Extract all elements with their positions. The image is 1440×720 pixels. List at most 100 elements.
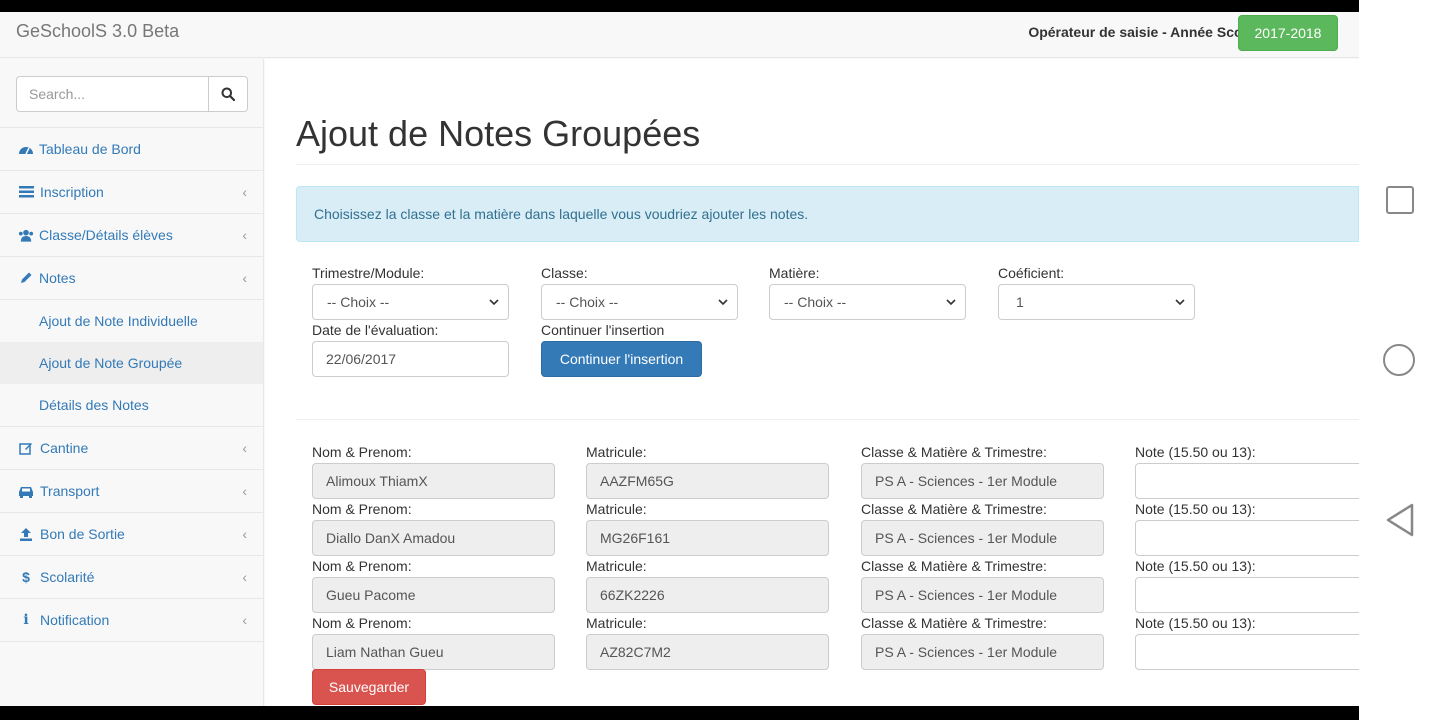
sidebar-item-scolarite[interactable]: $ Scolarité ‹ [0, 556, 263, 599]
sidebar-item-label: Bon de Sortie [40, 526, 125, 542]
sidebar-item-bon-de-sortie[interactable]: Bon de Sortie ‹ [0, 513, 263, 556]
student-context-field: PS A - Sciences - 1er Module [861, 463, 1104, 499]
submenu-item-note-groupee[interactable]: Ajout de Note Groupée [0, 342, 263, 384]
name-label: Nom & Prenom: [312, 444, 412, 460]
name-label: Nom & Prenom: [312, 615, 412, 631]
student-name-field: Gueu Pacome [312, 577, 555, 613]
student-name-field: Liam Nathan Gueu [312, 634, 555, 670]
matricule-label: Matricule: [586, 615, 647, 631]
student-note-input[interactable] [1135, 577, 1359, 613]
student-matricule-field: MG26F161 [586, 520, 829, 556]
context-label: Classe & Matière & Trimestre: [861, 501, 1047, 517]
sidebar-item-inscription[interactable]: Inscription ‹ [0, 171, 263, 214]
student-note-input[interactable] [1135, 634, 1359, 670]
sidebar-item-notes[interactable]: Notes ‹ [0, 257, 263, 300]
student-note-input[interactable] [1135, 520, 1359, 556]
chevron-left-icon: ‹ [242, 612, 247, 628]
student-matricule-field: 66ZK2226 [586, 577, 829, 613]
date-label: Date de l'évaluation: [312, 322, 439, 338]
sidebar-item-label: Classe/Détails élèves [39, 227, 173, 243]
coefficient-select-value: 1 [1016, 294, 1024, 310]
save-button[interactable]: Sauvegarder [312, 669, 426, 705]
upload-icon [18, 526, 34, 542]
student-matricule-field: AAZFM65G [586, 463, 829, 499]
chevron-down-icon [1175, 299, 1185, 306]
sidebar-search [0, 59, 263, 128]
chevron-left-icon: ‹ [242, 270, 247, 286]
student-matricule-field: AZ82C7M2 [586, 634, 829, 670]
context-label: Classe & Matière & Trimestre: [861, 615, 1047, 631]
student-name-field: Diallo DanX Amadou [312, 520, 555, 556]
trimestre-select[interactable]: -- Choix -- [312, 284, 509, 320]
sidebar-item-cantine[interactable]: Cantine ‹ [0, 427, 263, 470]
sidebar-item-label: Notes [39, 270, 76, 286]
classe-select[interactable]: -- Choix -- [541, 284, 738, 320]
context-label: Classe & Matière & Trimestre: [861, 558, 1047, 574]
search-icon [221, 87, 235, 101]
coefficient-label: Coéficient: [998, 265, 1065, 281]
coefficient-select[interactable]: 1 [998, 284, 1195, 320]
sidebar-item-label: Tableau de Bord [39, 141, 141, 157]
browser-viewport: GeSchoolS 3.0 Beta Opérateur de saisie -… [0, 12, 1359, 706]
name-label: Nom & Prenom: [312, 501, 412, 517]
sidebar-item-notification[interactable]: i Notification ‹ [0, 599, 263, 642]
matiere-select[interactable]: -- Choix -- [769, 284, 966, 320]
matricule-label: Matricule: [586, 558, 647, 574]
notes-submenu: Ajout de Note Individuelle Ajout de Note… [0, 300, 263, 427]
student-context-field: PS A - Sciences - 1er Module [861, 520, 1104, 556]
chevron-down-icon [718, 299, 728, 306]
sidebar-item-label: Scolarité [40, 569, 95, 585]
sidebar-item-label: Inscription [40, 184, 104, 200]
continue-label: Continuer l'insertion [541, 322, 665, 338]
submenu-item-note-individuelle[interactable]: Ajout de Note Individuelle [0, 300, 263, 342]
chevron-left-icon: ‹ [242, 440, 247, 456]
app-brand[interactable]: GeSchoolS 3.0 Beta [16, 21, 179, 42]
student-note-input[interactable] [1135, 463, 1359, 499]
matiere-select-value: -- Choix -- [784, 294, 847, 310]
context-label: Classe & Matière & Trimestre: [861, 444, 1047, 460]
sidebar-item-transport[interactable]: Transport ‹ [0, 470, 263, 513]
info-alert: Choisissez la classe et la matière dans … [296, 186, 1359, 242]
dashboard-icon [18, 141, 34, 157]
sidebar-item-label: Notification [40, 612, 110, 628]
bottom-black-bar [0, 706, 1440, 720]
trimestre-label: Trimestre/Module: [312, 265, 425, 281]
main-content: Ajout de Notes Groupées Choisissez la cl… [265, 59, 1359, 706]
back-triangle-icon[interactable] [1384, 502, 1416, 538]
chevron-left-icon: ‹ [242, 227, 247, 243]
title-divider [296, 164, 1359, 165]
search-group [16, 76, 248, 112]
note-label: Note (15.50 ou 13): [1135, 444, 1256, 460]
car-icon [18, 483, 34, 499]
chevron-left-icon: ‹ [242, 184, 247, 200]
search-input[interactable] [16, 76, 208, 112]
submenu-item-details-notes[interactable]: Détails des Notes [0, 384, 263, 426]
matiere-label: Matière: [769, 265, 820, 281]
users-icon [18, 227, 34, 243]
form-divider [296, 419, 1359, 420]
chevron-left-icon: ‹ [242, 569, 247, 585]
list-icon [18, 184, 34, 200]
edit-icon [18, 440, 34, 456]
chevron-down-icon [946, 299, 956, 306]
chevron-left-icon: ‹ [242, 483, 247, 499]
pencil-icon [18, 270, 34, 286]
sidebar-item-tableau-de-bord[interactable]: Tableau de Bord [0, 128, 263, 171]
home-circle-icon[interactable] [1383, 344, 1415, 376]
info-icon: i [23, 612, 29, 628]
top-navbar: GeSchoolS 3.0 Beta Opérateur de saisie -… [0, 12, 1359, 58]
search-button[interactable] [208, 76, 248, 112]
school-year-button[interactable]: 2017-2018 [1238, 15, 1338, 51]
name-label: Nom & Prenom: [312, 558, 412, 574]
date-input[interactable]: 22/06/2017 [312, 341, 509, 377]
dollar-icon: $ [22, 569, 30, 585]
chevron-down-icon [489, 299, 499, 306]
classe-label: Classe: [541, 265, 588, 281]
student-name-field: Alimoux ThiamX [312, 463, 555, 499]
chevron-left-icon: ‹ [242, 526, 247, 542]
student-context-field: PS A - Sciences - 1er Module [861, 634, 1104, 670]
sidebar-item-label: Transport [40, 483, 100, 499]
continue-insertion-button[interactable]: Continuer l'insertion [541, 341, 702, 377]
sidebar-item-classe-details[interactable]: Classe/Détails élèves ‹ [0, 214, 263, 257]
recents-square-icon[interactable] [1386, 186, 1414, 214]
